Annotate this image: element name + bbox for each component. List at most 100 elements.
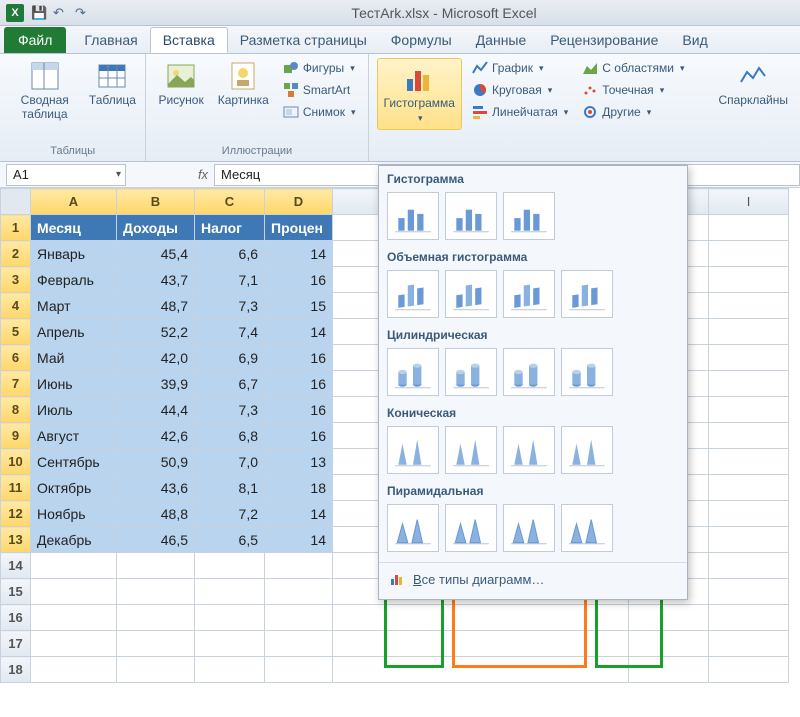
pivot-table-button[interactable]: Сводная таблица: [8, 58, 81, 124]
area-chart-button[interactable]: С областями▾: [578, 58, 688, 78]
cell[interactable]: 18: [265, 475, 333, 501]
cell[interactable]: 42,0: [117, 345, 195, 371]
row-header[interactable]: 1: [1, 215, 31, 241]
screenshot-button[interactable]: Снимок▾: [279, 102, 360, 122]
cell[interactable]: 48,7: [117, 293, 195, 319]
scatter-chart-button[interactable]: Точечная▾: [578, 80, 688, 100]
table-button[interactable]: Таблица: [87, 58, 137, 110]
chart-thumb[interactable]: [561, 504, 613, 552]
cell[interactable]: 46,5: [117, 527, 195, 553]
save-icon[interactable]: 💾: [31, 5, 47, 21]
undo-icon[interactable]: ↶: [53, 5, 69, 21]
cell[interactable]: 16: [265, 345, 333, 371]
row-header[interactable]: 7: [1, 371, 31, 397]
chart-thumb[interactable]: [503, 348, 555, 396]
cell[interactable]: 8,1: [195, 475, 265, 501]
cell[interactable]: 43,6: [117, 475, 195, 501]
col-header-C[interactable]: C: [195, 189, 265, 215]
tab-review[interactable]: Рецензирование: [538, 27, 670, 53]
chart-thumb[interactable]: [445, 270, 497, 318]
cell[interactable]: 14: [265, 319, 333, 345]
row-header[interactable]: 17: [1, 631, 31, 657]
tab-home[interactable]: Главная: [72, 27, 149, 53]
row-header[interactable]: 12: [1, 501, 31, 527]
chart-thumb[interactable]: [387, 192, 439, 240]
cell[interactable]: 16: [265, 423, 333, 449]
cell[interactable]: Сентябрь: [31, 449, 117, 475]
cell[interactable]: Октябрь: [31, 475, 117, 501]
chart-thumb[interactable]: [503, 504, 555, 552]
cell[interactable]: 6,5: [195, 527, 265, 553]
cell[interactable]: 6,7: [195, 371, 265, 397]
file-tab[interactable]: Файл: [4, 27, 66, 53]
cell[interactable]: 42,6: [117, 423, 195, 449]
shapes-button[interactable]: Фигуры▾: [279, 58, 360, 78]
cell[interactable]: 14: [265, 527, 333, 553]
row-header[interactable]: 3: [1, 267, 31, 293]
chart-thumb[interactable]: [445, 504, 497, 552]
row-header[interactable]: 13: [1, 527, 31, 553]
cell[interactable]: 6,8: [195, 423, 265, 449]
chart-thumb[interactable]: [445, 426, 497, 474]
chart-thumb[interactable]: [387, 348, 439, 396]
row-header[interactable]: 18: [1, 657, 31, 683]
cell[interactable]: 16: [265, 397, 333, 423]
sparklines-button[interactable]: Спарклайны: [714, 58, 792, 110]
cell[interactable]: Ноябрь: [31, 501, 117, 527]
col-header-D[interactable]: D: [265, 189, 333, 215]
cell[interactable]: 7,3: [195, 293, 265, 319]
all-chart-types-link[interactable]: Все типы диаграмм…: [379, 562, 687, 595]
cell[interactable]: Март: [31, 293, 117, 319]
cell[interactable]: 16: [265, 371, 333, 397]
picture-button[interactable]: Рисунок: [154, 58, 207, 110]
other-charts-button[interactable]: Другие▾: [578, 102, 688, 122]
cell[interactable]: Апрель: [31, 319, 117, 345]
cell[interactable]: 52,2: [117, 319, 195, 345]
chart-thumb[interactable]: [387, 270, 439, 318]
tab-view[interactable]: Вид: [670, 27, 719, 53]
cell[interactable]: 7,0: [195, 449, 265, 475]
cell[interactable]: 39,9: [117, 371, 195, 397]
cell[interactable]: Июль: [31, 397, 117, 423]
cell[interactable]: 43,7: [117, 267, 195, 293]
cell[interactable]: 7,3: [195, 397, 265, 423]
cell[interactable]: Декабрь: [31, 527, 117, 553]
cell[interactable]: 45,4: [117, 241, 195, 267]
line-chart-button[interactable]: График▾: [468, 58, 572, 78]
cell[interactable]: 48,8: [117, 501, 195, 527]
tab-page-layout[interactable]: Разметка страницы: [228, 27, 379, 53]
clipart-button[interactable]: Картинка: [214, 58, 273, 110]
row-header[interactable]: 11: [1, 475, 31, 501]
col-header-A[interactable]: A: [31, 189, 117, 215]
row-header[interactable]: 10: [1, 449, 31, 475]
chart-thumb[interactable]: [561, 270, 613, 318]
cell[interactable]: 7,2: [195, 501, 265, 527]
tab-insert[interactable]: Вставка: [150, 27, 228, 53]
cell-D1[interactable]: Процен: [265, 215, 333, 241]
chart-thumb[interactable]: [561, 426, 613, 474]
row-header[interactable]: 5: [1, 319, 31, 345]
cell-B1[interactable]: Доходы: [117, 215, 195, 241]
row-header[interactable]: 6: [1, 345, 31, 371]
cell[interactable]: Февраль: [31, 267, 117, 293]
bar-chart-button[interactable]: Линейчатая▾: [468, 102, 572, 122]
col-header-I[interactable]: I: [709, 189, 789, 215]
tab-formulas[interactable]: Формулы: [379, 27, 464, 53]
smartart-button[interactable]: SmartArt: [279, 80, 360, 100]
fx-icon[interactable]: fx: [192, 167, 214, 182]
row-header[interactable]: 4: [1, 293, 31, 319]
row-header[interactable]: 8: [1, 397, 31, 423]
histogram-button[interactable]: Гистограмма▾: [377, 58, 462, 130]
cell[interactable]: 6,9: [195, 345, 265, 371]
pie-chart-button[interactable]: Круговая▾: [468, 80, 572, 100]
cell[interactable]: 7,1: [195, 267, 265, 293]
row-header[interactable]: 14: [1, 553, 31, 579]
cell[interactable]: Июнь: [31, 371, 117, 397]
cell[interactable]: 15: [265, 293, 333, 319]
cell[interactable]: Январь: [31, 241, 117, 267]
name-box[interactable]: A1▾: [6, 164, 126, 186]
chart-thumb[interactable]: [503, 426, 555, 474]
cell-A1[interactable]: Месяц: [31, 215, 117, 241]
row-header[interactable]: 15: [1, 579, 31, 605]
chart-thumb[interactable]: [503, 270, 555, 318]
